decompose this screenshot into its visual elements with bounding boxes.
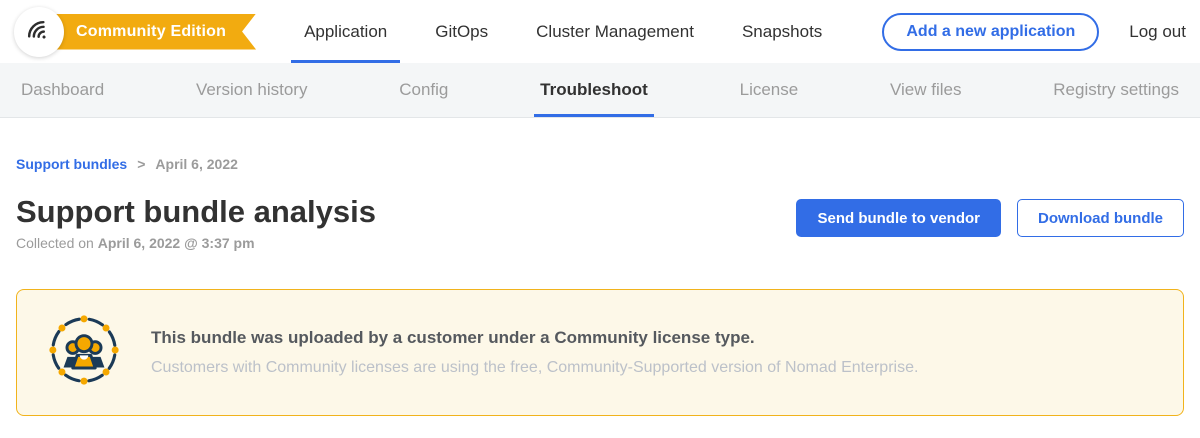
collected-date: April 6, 2022 @ 3:37 pm xyxy=(98,235,255,251)
subnav-item-dashboard[interactable]: Dashboard xyxy=(21,63,104,117)
breadcrumb-separator: > xyxy=(137,156,145,172)
page-title: Support bundle analysis xyxy=(16,194,376,230)
replicated-logo-glyph xyxy=(25,18,53,46)
banner-subtext: Customers with Community licenses are us… xyxy=(151,359,918,377)
breadcrumb-support-bundles-link[interactable]: Support bundles xyxy=(16,156,127,172)
add-application-button[interactable]: Add a new application xyxy=(882,13,1099,51)
banner-heading: This bundle was uploaded by a customer u… xyxy=(151,328,918,348)
breadcrumb: Support bundles > April 6, 2022 xyxy=(16,156,1184,172)
replicated-logo-icon[interactable] xyxy=(14,7,64,57)
app-sub-nav: Dashboard Version history Config Trouble… xyxy=(0,63,1200,118)
subnav-item-registry-settings[interactable]: Registry settings xyxy=(1053,63,1179,117)
collected-timestamp: Collected on April 6, 2022 @ 3:37 pm xyxy=(16,235,376,251)
tab-gitops[interactable]: GitOps xyxy=(411,0,512,63)
top-nav-bar: Community Edition Application GitOps Clu… xyxy=(0,0,1200,63)
main-content: Support bundles > April 6, 2022 Support … xyxy=(0,156,1200,416)
title-row: Support bundle analysis Collected on Apr… xyxy=(16,194,1184,251)
collected-prefix: Collected on xyxy=(16,235,98,251)
subnav-item-view-files[interactable]: View files xyxy=(890,63,962,117)
banner-text: This bundle was uploaded by a customer u… xyxy=(151,328,918,377)
top-actions: Add a new application Log out xyxy=(882,13,1186,51)
download-bundle-button[interactable]: Download bundle xyxy=(1017,199,1184,237)
brand: Community Edition xyxy=(14,7,256,57)
community-edition-badge: Community Edition xyxy=(50,14,256,50)
community-group-icon xyxy=(47,313,121,392)
tab-snapshots[interactable]: Snapshots xyxy=(718,0,846,63)
logout-link[interactable]: Log out xyxy=(1129,22,1186,42)
title-block: Support bundle analysis Collected on Apr… xyxy=(16,194,376,251)
subnav-item-version-history[interactable]: Version history xyxy=(196,63,308,117)
tab-cluster-management[interactable]: Cluster Management xyxy=(512,0,718,63)
subnav-item-config[interactable]: Config xyxy=(399,63,448,117)
subnav-item-license[interactable]: License xyxy=(740,63,799,117)
breadcrumb-current: April 6, 2022 xyxy=(155,156,238,172)
primary-nav: Application GitOps Cluster Management Sn… xyxy=(280,0,846,63)
send-bundle-to-vendor-button[interactable]: Send bundle to vendor xyxy=(796,199,1001,237)
bundle-actions: Send bundle to vendor Download bundle xyxy=(796,194,1184,237)
subnav-item-troubleshoot[interactable]: Troubleshoot xyxy=(540,63,648,117)
community-license-banner: This bundle was uploaded by a customer u… xyxy=(16,289,1184,416)
tab-application[interactable]: Application xyxy=(280,0,411,63)
